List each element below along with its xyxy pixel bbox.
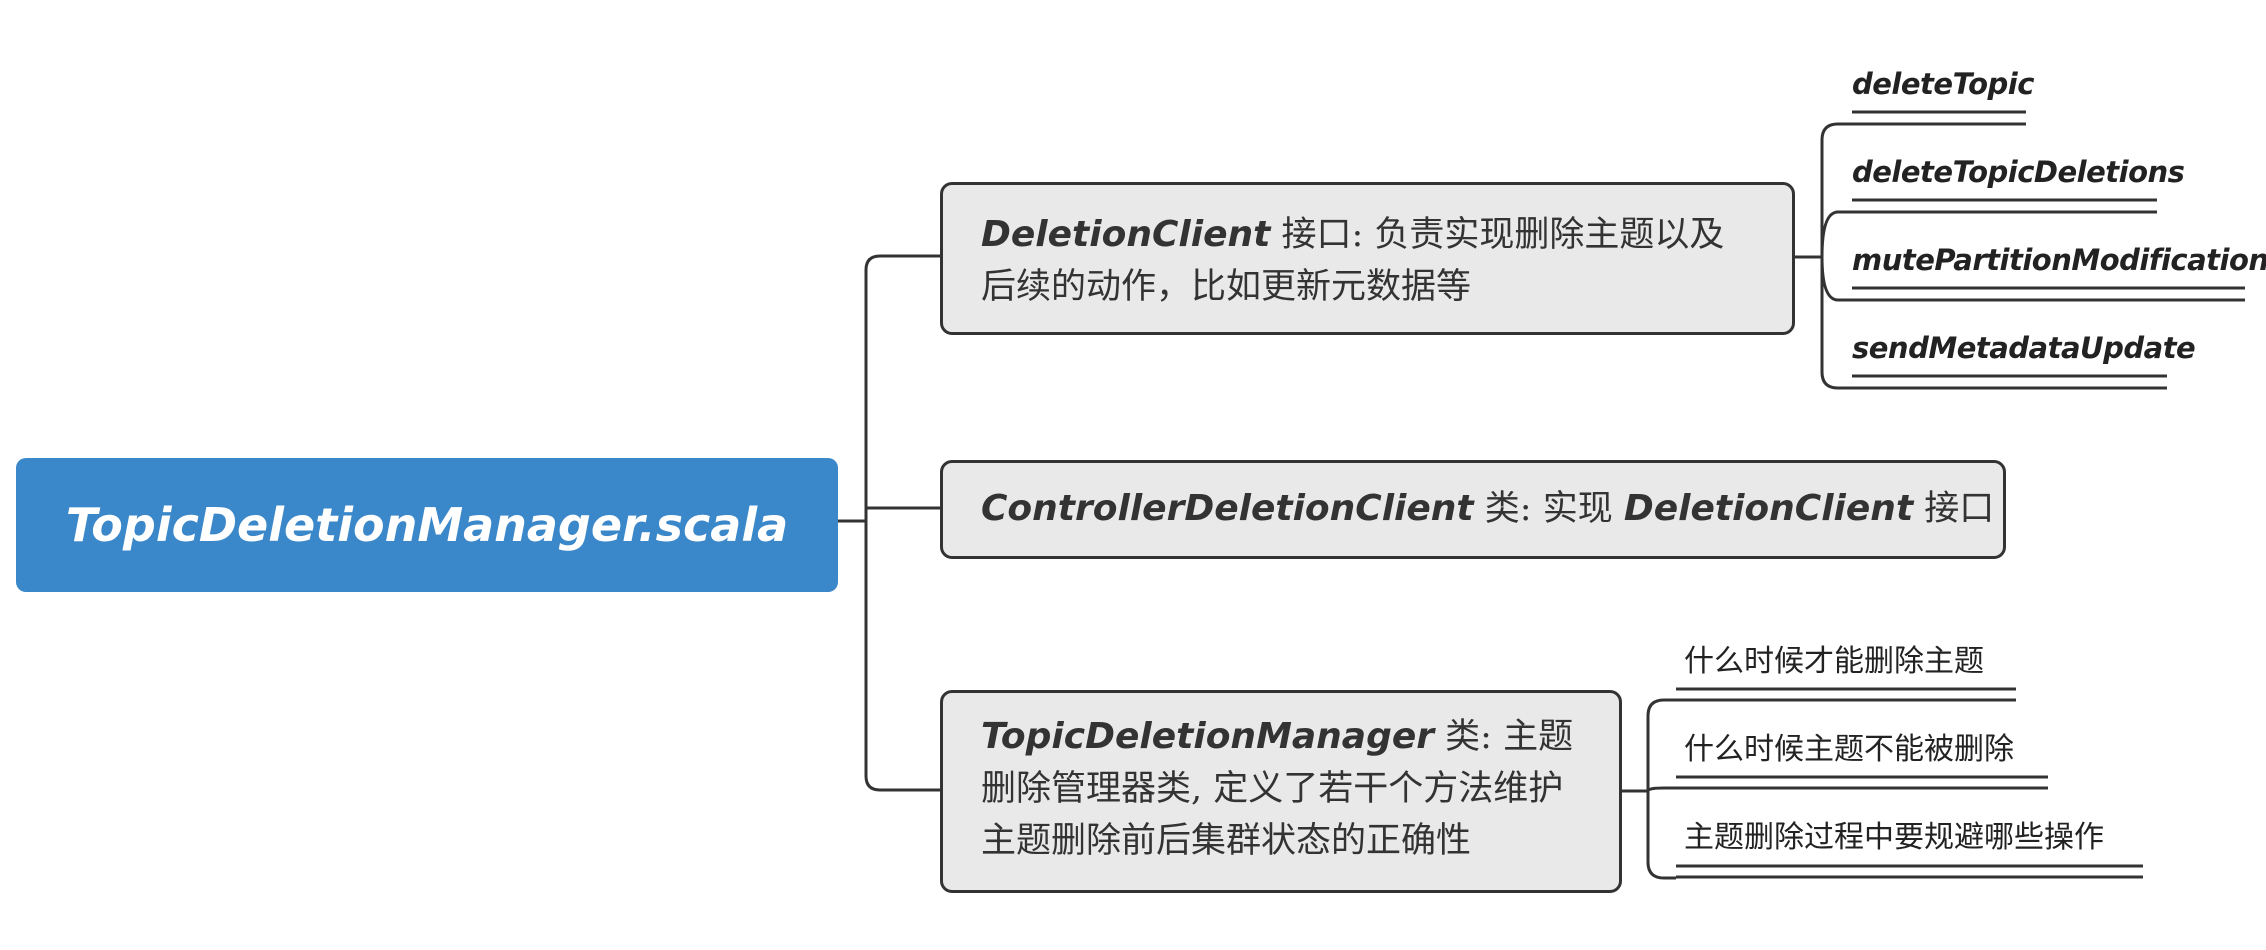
leaf-when-can-delete[interactable]: 什么时候才能删除主题 <box>1684 642 1984 682</box>
root-label: TopicDeletionManager.scala <box>65 498 789 552</box>
branch1-trunk <box>1820 122 1852 390</box>
node-code-label: DeletionClient <box>981 214 1271 255</box>
leaf-when-cannot-delete[interactable]: 什么时候主题不能被删除 <box>1684 730 2014 770</box>
deletion-client-node[interactable]: DeletionClient 接口: 负责实现删除主题以及后续的动作，比如更新元… <box>940 182 1795 335</box>
mind-map-canvas: TopicDeletionManager.scala DeletionClien… <box>0 0 2266 950</box>
node-code-label-secondary: DeletionClient <box>1623 488 1914 529</box>
node-code-label: TopicDeletionManager <box>981 716 1435 757</box>
node-description: 类: 实现 <box>1473 489 1624 529</box>
node-description-secondary: 接口 <box>1913 489 1995 529</box>
main-trunk <box>864 254 940 792</box>
leaf-operations-to-avoid[interactable]: 主题删除过程中要规避哪些操作 <box>1684 818 2104 858</box>
topic-deletion-manager-node[interactable]: TopicDeletionManager 类: 主题删除管理器类, 定义了若干个… <box>940 690 1622 893</box>
leaf-mute-partition-modifications[interactable]: mutePartitionModifications <box>1852 240 2266 280</box>
leaf-delete-topic-deletions[interactable]: deleteTopicDeletions <box>1852 152 2185 192</box>
node-code-label: ControllerDeletionClient <box>981 488 1474 529</box>
leaf-send-metadata-update[interactable]: sendMetadataUpdate <box>1852 328 2196 368</box>
leaf-delete-topic[interactable]: deleteTopic <box>1852 64 2034 104</box>
controller-deletion-client-node[interactable]: ControllerDeletionClient 类: 实现 DeletionC… <box>940 460 2006 559</box>
branch3-trunk <box>1646 698 1676 880</box>
root-node[interactable]: TopicDeletionManager.scala <box>16 458 838 592</box>
